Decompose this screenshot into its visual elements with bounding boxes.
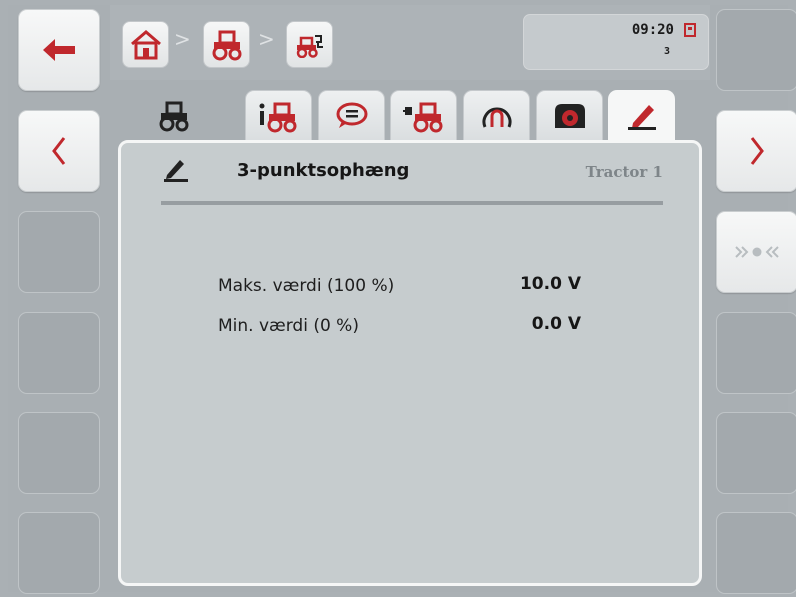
home-icon xyxy=(130,29,161,59)
page-title: 3-punktsophæng xyxy=(237,160,410,181)
back-button[interactable] xyxy=(18,9,100,91)
memory-card-icon xyxy=(684,23,696,37)
clock-time: 09:20 xyxy=(631,22,674,38)
left-softkey-5[interactable] xyxy=(18,412,100,494)
right-softkey-4[interactable] xyxy=(716,312,796,394)
min-value[interactable]: 0.0 V xyxy=(532,314,581,334)
left-softkey-3[interactable] xyxy=(18,211,100,293)
tractor-info-icon xyxy=(259,102,296,133)
breadcrumb-separator: > xyxy=(174,27,191,51)
breadcrumb-home[interactable] xyxy=(122,21,169,68)
speedometer-icon xyxy=(482,107,511,128)
chevron-left-icon xyxy=(52,137,66,165)
breadcrumb-tractor[interactable] xyxy=(203,21,250,68)
speech-bubble-icon xyxy=(336,102,367,128)
right-softkey-6[interactable] xyxy=(716,512,796,594)
tractor-icon xyxy=(159,101,188,132)
breadcrumb-separator: > xyxy=(258,27,275,51)
chevron-right-icon xyxy=(750,137,764,165)
calibrate-button[interactable] xyxy=(716,211,796,293)
tractor-sensor-icon xyxy=(296,34,323,58)
tractor-icon xyxy=(212,30,241,60)
calibrate-icon xyxy=(735,246,779,258)
pen-icon xyxy=(164,160,188,182)
arrow-left-icon xyxy=(43,39,75,61)
pen-icon xyxy=(627,105,656,130)
main-panel: 3-punktsophæng Tractor 1 Maks. værdi (10… xyxy=(118,140,702,586)
left-softkey-4[interactable] xyxy=(18,312,100,394)
left-softkey-6[interactable] xyxy=(18,512,100,594)
message-count: 3 xyxy=(663,46,670,57)
status-display: 09:20 3 xyxy=(523,14,709,70)
previous-button[interactable] xyxy=(18,110,100,192)
right-softkey-1[interactable] xyxy=(716,9,796,91)
breadcrumb-tractor-sensor[interactable] xyxy=(286,21,333,68)
right-softkey-5[interactable] xyxy=(716,412,796,494)
max-value[interactable]: 10.0 V xyxy=(520,274,581,294)
pto-icon xyxy=(554,104,585,128)
divider xyxy=(161,201,663,205)
tractor-plug-icon xyxy=(402,102,442,133)
tractor-name: Tractor 1 xyxy=(585,163,663,181)
min-value-label: Min. værdi (0 %) xyxy=(218,316,359,336)
max-value-label: Maks. værdi (100 %) xyxy=(218,276,395,296)
next-button[interactable] xyxy=(716,110,796,192)
